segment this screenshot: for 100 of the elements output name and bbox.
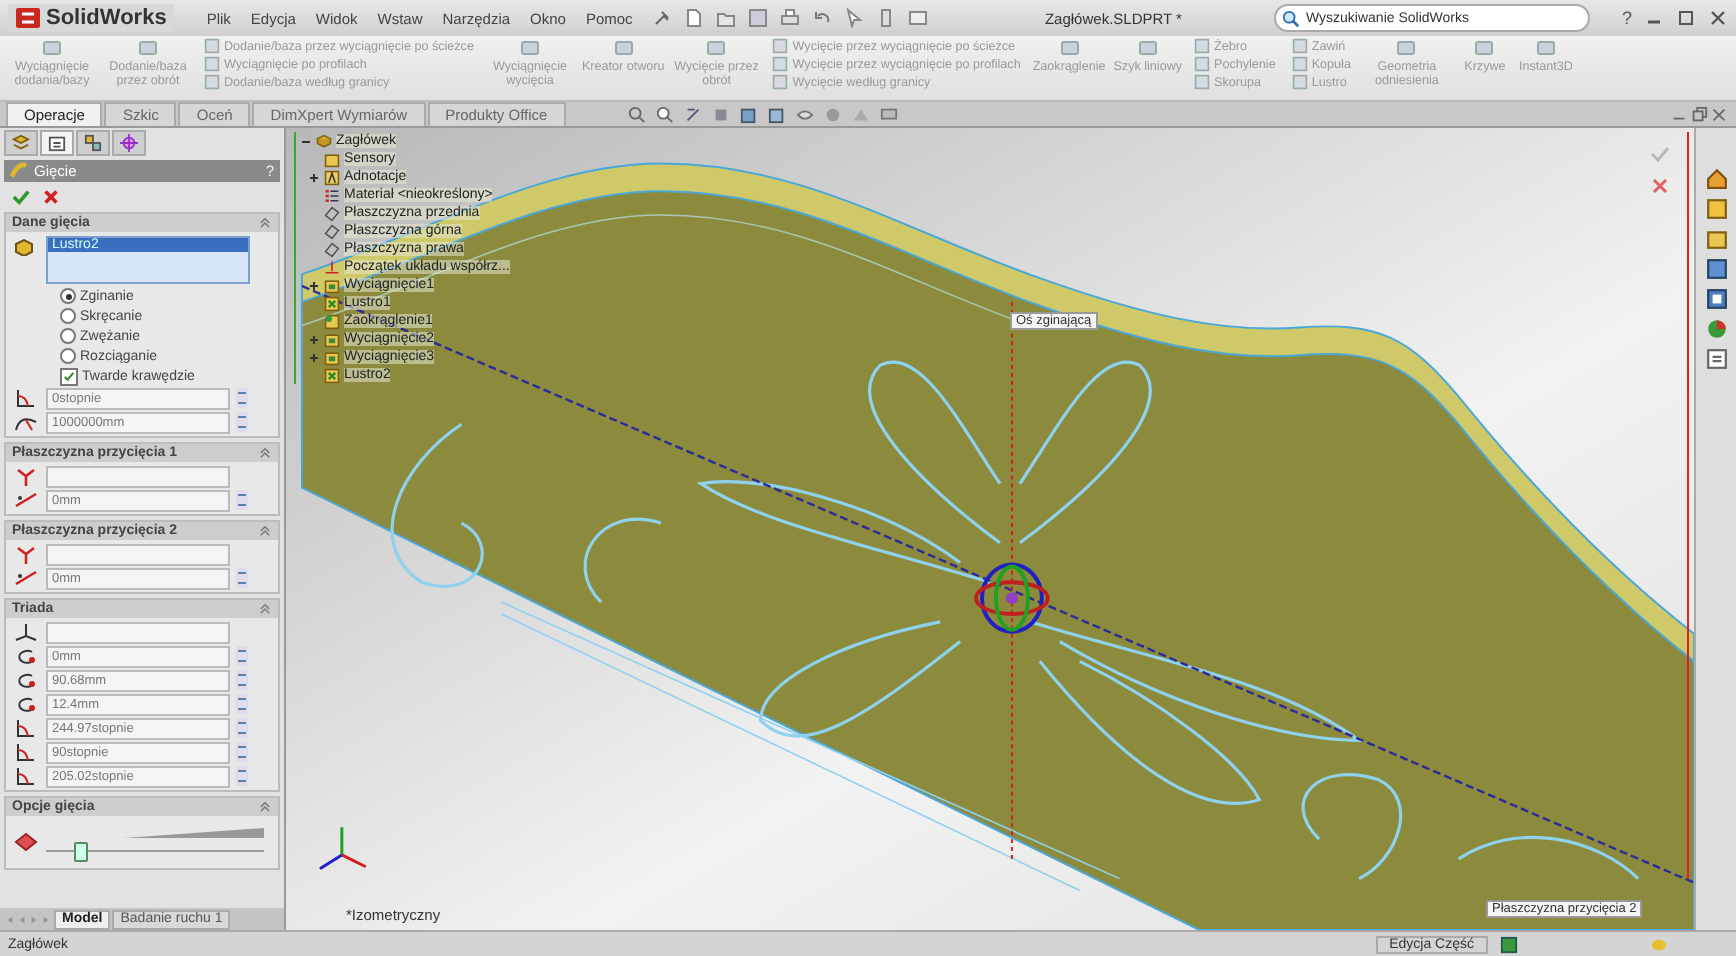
tool-icon [40, 38, 64, 58]
collapse-icon[interactable] [258, 216, 272, 230]
app-logo[interactable]: SolidWorks [8, 4, 175, 32]
radius-icon [12, 412, 40, 432]
radio-button[interactable] [60, 308, 76, 324]
tool-icon [1135, 38, 1160, 58]
undo-icon[interactable] [812, 8, 833, 28]
tool-icon [1057, 38, 1082, 58]
spin-button[interactable] [236, 766, 248, 786]
tool-icon [611, 38, 636, 58]
input-field[interactable] [46, 543, 230, 565]
collapse-toggle-icon[interactable] [300, 135, 312, 147]
select-icon[interactable] [844, 8, 865, 28]
spin-button[interactable] [236, 694, 248, 714]
checkmark-icon[interactable] [1650, 144, 1670, 164]
spin-button[interactable] [236, 646, 248, 666]
view-orientation-icon[interactable] [739, 105, 758, 123]
hide-show-icon[interactable] [795, 105, 814, 123]
tool-icon [704, 38, 729, 58]
angle-icon [12, 388, 40, 408]
collapse-icon[interactable] [258, 800, 272, 814]
previous-view-icon[interactable] [683, 105, 702, 123]
save-icon[interactable] [748, 8, 769, 28]
spin-button[interactable] [236, 670, 248, 690]
zoom-to-fit-icon[interactable] [627, 105, 646, 123]
slider-thumb[interactable] [74, 841, 89, 861]
close-icon[interactable] [1708, 8, 1728, 28]
triad-handle-drawing[interactable] [974, 562, 1050, 634]
expand-icon[interactable] [308, 171, 320, 183]
close-icon[interactable] [1710, 105, 1728, 123]
home-icon[interactable] [1705, 168, 1727, 190]
angle-icon [12, 742, 40, 762]
collapse-icon[interactable] [258, 524, 272, 538]
panel-tab[interactable] [4, 130, 38, 156]
collapse-icon[interactable] [258, 446, 272, 460]
origin-icon [324, 259, 340, 275]
offset-icon [12, 568, 40, 588]
cancel-icon[interactable] [42, 188, 60, 206]
feature-tree-icon [12, 134, 30, 152]
angle-icon [12, 718, 40, 738]
print-icon[interactable] [780, 8, 801, 28]
display-style-icon[interactable] [767, 105, 786, 123]
input-field[interactable] [46, 621, 230, 643]
options-icon[interactable] [908, 8, 929, 28]
part-icon [316, 133, 332, 149]
checkbox[interactable] [60, 367, 78, 385]
spin-button[interactable] [236, 742, 248, 762]
triad-icon [12, 622, 40, 642]
folder-icon [324, 151, 340, 167]
monitor-icon[interactable] [879, 105, 898, 123]
tool-icon [1472, 38, 1497, 58]
library-icon[interactable] [1705, 198, 1727, 220]
plane-selection-icon [12, 466, 40, 486]
open-folder-icon[interactable] [716, 8, 737, 28]
maximize-icon[interactable] [1676, 8, 1696, 28]
search-results-icon[interactable] [1705, 258, 1727, 280]
expand-icon[interactable] [308, 333, 320, 345]
appearances-icon[interactable] [1705, 318, 1727, 340]
collapse-icon[interactable] [258, 602, 272, 616]
radio-button[interactable] [60, 288, 76, 304]
section-view-icon[interactable] [711, 105, 730, 123]
tool-icon [136, 38, 160, 58]
zoom-area-icon[interactable] [655, 105, 674, 123]
rotation-icon [12, 694, 40, 714]
ok-checkmark-icon[interactable] [12, 188, 30, 206]
spin-button[interactable] [236, 568, 248, 588]
spin-button[interactable] [236, 412, 248, 432]
spin-button[interactable] [236, 718, 248, 738]
spin-button[interactable] [236, 490, 248, 510]
custom-properties-icon[interactable] [1705, 348, 1727, 370]
close-icon[interactable] [1650, 176, 1670, 196]
new-document-icon[interactable] [684, 8, 705, 28]
explorer-icon[interactable] [1705, 228, 1727, 250]
material-icon [324, 187, 340, 203]
panel-tab[interactable] [40, 130, 74, 156]
tool-icon [1394, 38, 1419, 58]
property-sheet-icon [48, 134, 66, 152]
app-name: SolidWorks [46, 6, 167, 30]
radio-button[interactable] [60, 328, 76, 344]
view-palette-icon[interactable] [1705, 288, 1727, 310]
spin-button[interactable] [236, 388, 248, 408]
tool-icon [517, 38, 542, 58]
pin-icon[interactable] [652, 8, 673, 28]
extrude-icon [324, 277, 340, 293]
offset-icon [12, 490, 40, 510]
input-field[interactable] [46, 465, 230, 487]
panel-tab[interactable] [112, 130, 146, 156]
expand-icon[interactable] [308, 279, 320, 291]
rebuild-status-icon[interactable] [1500, 935, 1518, 953]
expand-icon[interactable] [308, 351, 320, 363]
bend-icon [10, 162, 28, 180]
tool-icon [1533, 38, 1558, 58]
radio-button[interactable] [60, 348, 76, 364]
configuration-icon [84, 134, 102, 152]
restore-icon[interactable] [1690, 105, 1708, 123]
logo-icon [16, 8, 40, 28]
rotation-icon [12, 670, 40, 690]
panel-tab[interactable] [76, 130, 110, 156]
help-button[interactable]: ? [1621, 8, 1632, 28]
orientation-triad-drawing [319, 827, 367, 871]
